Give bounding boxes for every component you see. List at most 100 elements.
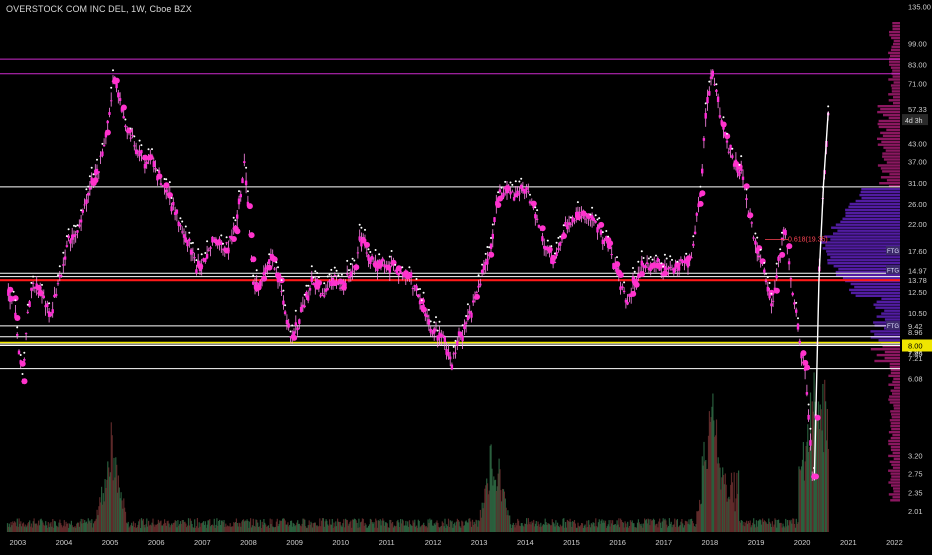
signal-dot (775, 262, 778, 265)
candle-body (79, 219, 83, 223)
signal-marker (504, 185, 511, 192)
signal-marker (35, 284, 42, 291)
signal-marker (420, 306, 427, 313)
candle-body (319, 294, 322, 297)
profile-bar (888, 442, 900, 446)
profile-bar (830, 238, 900, 241)
signal-dot (427, 308, 430, 311)
candle-body (296, 327, 299, 331)
profile-bar (881, 312, 900, 315)
signal-dot (163, 178, 166, 180)
profile-bar (886, 179, 900, 182)
candle-body (55, 293, 58, 297)
signal-dot (401, 266, 404, 269)
signal-dot (80, 209, 83, 212)
signal-dot (316, 272, 319, 274)
profile-bar (880, 176, 900, 179)
candle-body (701, 168, 704, 174)
signal-dot (546, 239, 549, 242)
signal-dot (520, 177, 523, 180)
signal-dot (151, 148, 153, 151)
signal-dot (511, 183, 514, 186)
time-tick-label: 2003 (10, 538, 27, 547)
candle-body (182, 234, 186, 238)
signal-dot (433, 321, 436, 324)
profile-bar (893, 457, 900, 460)
signal-dot (813, 467, 815, 469)
candle-body (578, 211, 581, 213)
signal-dot (348, 269, 350, 272)
profile-bar (888, 398, 900, 401)
signal-dot (504, 180, 507, 183)
candle-body (307, 295, 310, 301)
signal-marker (550, 254, 557, 261)
signal-dot (605, 230, 608, 232)
candle-body (370, 256, 374, 260)
profile-bar (888, 481, 900, 484)
candle-body (97, 171, 100, 173)
signal-dot (204, 252, 207, 254)
profile-bar (876, 353, 900, 357)
profile-bar (889, 362, 900, 366)
candle-body (557, 248, 560, 250)
signal-dot (282, 289, 285, 292)
candle-body (28, 301, 31, 307)
profile-bar (888, 78, 900, 81)
candle-body (704, 113, 707, 119)
signal-dot (21, 373, 24, 375)
candle-body (771, 300, 775, 302)
candle-body (711, 70, 714, 77)
profile-bar (890, 66, 900, 69)
profile-bar (893, 102, 900, 105)
signal-marker (495, 202, 502, 208)
candle-body (754, 240, 757, 245)
signal-dot (438, 320, 441, 323)
candle-body (745, 198, 748, 200)
signal-dot (96, 158, 98, 161)
signal-dot (289, 330, 292, 333)
signal-dot (669, 255, 672, 258)
profile-bar (892, 451, 900, 455)
candle-body (809, 440, 812, 446)
signal-dot (497, 191, 500, 194)
signal-dot (129, 127, 132, 130)
profile-bar (891, 413, 900, 416)
signal-dot (486, 246, 489, 248)
candle-body (645, 262, 649, 264)
signal-marker (37, 290, 44, 296)
candle-body (298, 319, 301, 324)
profile-bar (878, 119, 900, 123)
candle-body (108, 112, 111, 115)
chart-canvas[interactable]: 135.00 99.00 83.00 71.00 57.33 43.00 37.00 31.0… (0, 0, 932, 550)
signal-dot (640, 250, 643, 253)
candle-body (349, 271, 352, 277)
signal-dot (124, 118, 127, 121)
time-tick-label: 2007 (194, 538, 211, 547)
profile-bar (890, 54, 900, 57)
signal-dot (781, 231, 783, 234)
signal-dot (364, 228, 366, 231)
candle-body (365, 252, 368, 254)
profile-bar (879, 182, 900, 185)
signal-dot (731, 147, 734, 150)
chart-root: 135.00 99.00 83.00 71.00 57.33 43.00 37.00 31.0… (0, 0, 932, 550)
candle-body (738, 171, 741, 177)
candle-body (429, 328, 432, 333)
signal-marker (497, 195, 504, 202)
candle-body (195, 269, 198, 274)
candle-body (16, 334, 19, 336)
candle-body (179, 225, 182, 227)
candle-body (766, 286, 769, 292)
candle-body (553, 262, 557, 263)
time-tick-label: 2014 (517, 538, 534, 547)
signal-marker (779, 251, 786, 258)
signal-dot (663, 253, 666, 256)
profile-bar (859, 193, 900, 197)
candle-body (175, 209, 179, 214)
profile-bar (882, 155, 900, 158)
signal-dot (559, 235, 562, 238)
candle-body (303, 305, 306, 308)
profile-bar (881, 140, 900, 143)
signal-dot (514, 180, 517, 183)
signal-marker (773, 287, 780, 294)
